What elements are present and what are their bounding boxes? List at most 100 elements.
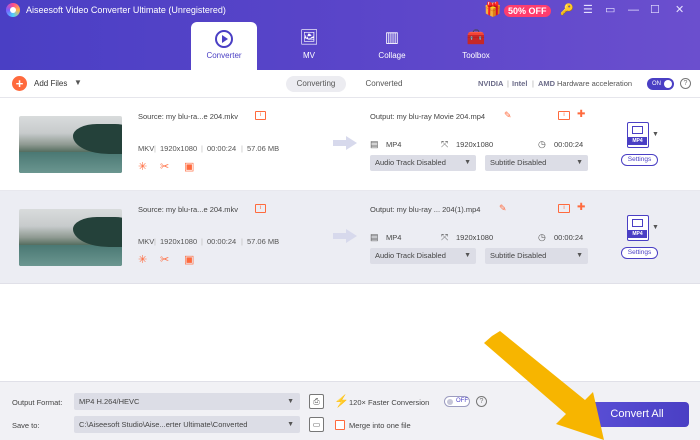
chevron-down-icon: ▼ <box>287 398 294 405</box>
edit-icon[interactable]: ▣ <box>184 161 194 173</box>
separator: | <box>241 144 243 153</box>
tab-label: Converter <box>206 51 242 60</box>
pen-icon[interactable]: ✎ <box>499 203 507 214</box>
file-row[interactable]: Source: my blu-ra...e 204.mkv i MKV | 19… <box>0 98 700 191</box>
chevron-down-icon[interactable]: ▼ <box>652 131 659 138</box>
merge-label: Merge into one file <box>349 421 411 430</box>
subtitle-value: Subtitle Disabled <box>490 251 547 260</box>
source-filename: Source: my blu-ra...e 204.mkv <box>138 205 239 214</box>
help-icon[interactable]: ? <box>476 396 487 407</box>
pen-icon[interactable]: ✎ <box>504 110 512 121</box>
tab-converter[interactable]: Converter <box>191 22 257 70</box>
tab-label: MV <box>303 51 315 60</box>
output-duration: 00:00:24 <box>554 233 584 242</box>
source-format: MKV <box>138 144 155 153</box>
output-info-icon[interactable]: i <box>558 204 570 213</box>
tab-toolbox[interactable]: 🧰 Toolbox <box>443 22 509 70</box>
footer: Output Format: MP4 H.264/HEVC ▼ ⎙ Save to… <box>0 381 700 440</box>
clock-icon: ◷ <box>538 232 546 242</box>
audio-track-select[interactable]: Audio Track Disabled ▼ <box>370 248 476 264</box>
output-format-icon[interactable]: MP4 <box>627 215 649 241</box>
save-to-label: Save to: <box>12 421 40 430</box>
separator: | <box>154 144 156 153</box>
output-resolution: 1920x1080 <box>456 140 494 149</box>
output-format-value: MP4 H.264/HEVC <box>79 397 140 406</box>
settings-button[interactable]: Settings <box>621 154 658 166</box>
faster-conversion-toggle[interactable]: OFF <box>444 396 470 407</box>
converter-icon <box>191 28 257 48</box>
menu-icon[interactable]: ▭ <box>605 3 615 17</box>
enhance-icon[interactable]: ✳ <box>138 161 147 173</box>
separator: | <box>201 144 203 153</box>
audio-track-value: Audio Track Disabled <box>375 251 446 260</box>
add-icon[interactable]: + <box>12 76 27 91</box>
output-format-icon[interactable]: MP4 <box>627 122 649 148</box>
chevron-down-icon: ▼ <box>576 159 583 166</box>
output-format-label: Output Format: <box>12 398 63 407</box>
tab-converting[interactable]: Converting <box>286 76 346 92</box>
chevron-down-icon[interactable]: ▼ <box>652 224 659 231</box>
info-icon[interactable]: i <box>255 111 266 120</box>
minimize-icon[interactable]: — <box>628 3 639 17</box>
film-icon: ▤ <box>370 232 379 242</box>
promo-banner[interactable]: 🎁 50% OFF <box>484 1 552 19</box>
close-icon[interactable]: ✕ <box>675 3 684 17</box>
output-format-select[interactable]: MP4 H.264/HEVC ▼ <box>74 393 300 410</box>
clock-icon: ◷ <box>538 139 546 149</box>
tab-label: Collage <box>378 51 406 60</box>
feedback-icon[interactable]: ☰ <box>583 3 593 17</box>
separator: | <box>201 237 203 246</box>
bolt-icon: ⚡ <box>334 394 349 408</box>
tab-converted[interactable]: Converted <box>356 76 412 92</box>
tab-label: Toolbox <box>462 51 490 60</box>
output-add-icon[interactable]: ✚ <box>577 109 585 120</box>
source-size: 57.06 MB <box>247 144 280 153</box>
source-duration: 00:00:24 <box>207 237 237 246</box>
arrow-right-icon <box>333 136 357 150</box>
output-settings-icon[interactable]: ⎙ <box>309 394 324 409</box>
output-duration: 00:00:24 <box>554 140 584 149</box>
nvidia-label: NVIDIA <box>478 79 504 88</box>
film-icon: ▤ <box>370 139 379 149</box>
help-icon[interactable]: ? <box>680 78 691 89</box>
hardware-acceleration-toggle[interactable]: ON <box>647 78 674 90</box>
separator: | <box>154 237 156 246</box>
video-thumbnail[interactable] <box>19 209 122 266</box>
merge-checkbox[interactable] <box>335 420 345 430</box>
subtitle-select[interactable]: Subtitle Disabled ▼ <box>485 248 588 264</box>
output-add-icon[interactable]: ✚ <box>577 202 585 213</box>
intel-label: Intel <box>512 79 528 88</box>
app-title: Aiseesoft Video Converter Ultimate (Unre… <box>26 5 226 15</box>
subtitle-select[interactable]: Subtitle Disabled ▼ <box>485 155 588 171</box>
key-icon[interactable]: 🔑 <box>560 3 574 17</box>
output-format: MP4 <box>386 233 402 242</box>
chevron-down-icon: ▼ <box>464 159 471 166</box>
output-resolution: 1920x1080 <box>456 233 494 242</box>
audio-track-select[interactable]: Audio Track Disabled ▼ <box>370 155 476 171</box>
toolbox-icon: 🧰 <box>466 29 486 46</box>
tab-mv[interactable]: 🖼 MV <box>276 22 342 70</box>
cut-icon[interactable]: ✂ <box>160 161 169 173</box>
settings-button[interactable]: Settings <box>621 247 658 259</box>
add-files-button[interactable]: Add Files <box>34 79 67 88</box>
video-thumbnail[interactable] <box>19 116 122 173</box>
cut-icon[interactable]: ✂ <box>160 254 169 266</box>
tab-collage[interactable]: ▥ Collage <box>359 22 425 70</box>
output-filename: Output: my blu-ray Movie 204.mp4 <box>370 112 486 121</box>
format-badge: MP4 <box>628 230 647 238</box>
audio-track-value: Audio Track Disabled <box>375 158 446 167</box>
folder-icon[interactable]: ▭ <box>309 417 324 432</box>
convert-all-button[interactable]: Convert All <box>585 402 689 427</box>
maximize-icon[interactable]: ☐ <box>650 3 660 17</box>
file-row[interactable]: Source: my blu-ra...e 204.mkv i MKV | 19… <box>0 191 700 284</box>
save-to-select[interactable]: C:\Aiseesoft Studio\Aise...erter Ultimat… <box>74 416 300 433</box>
promo-badge: 50% OFF <box>504 5 551 17</box>
chevron-down-icon[interactable]: ▼ <box>74 78 82 87</box>
amd-label: AMD <box>538 79 556 88</box>
collage-icon: ▥ <box>384 29 400 46</box>
info-icon[interactable]: i <box>255 204 266 213</box>
output-info-icon[interactable]: i <box>558 111 570 120</box>
source-size: 57.06 MB <box>247 237 280 246</box>
edit-icon[interactable]: ▣ <box>184 254 194 266</box>
enhance-icon[interactable]: ✳ <box>138 254 147 266</box>
